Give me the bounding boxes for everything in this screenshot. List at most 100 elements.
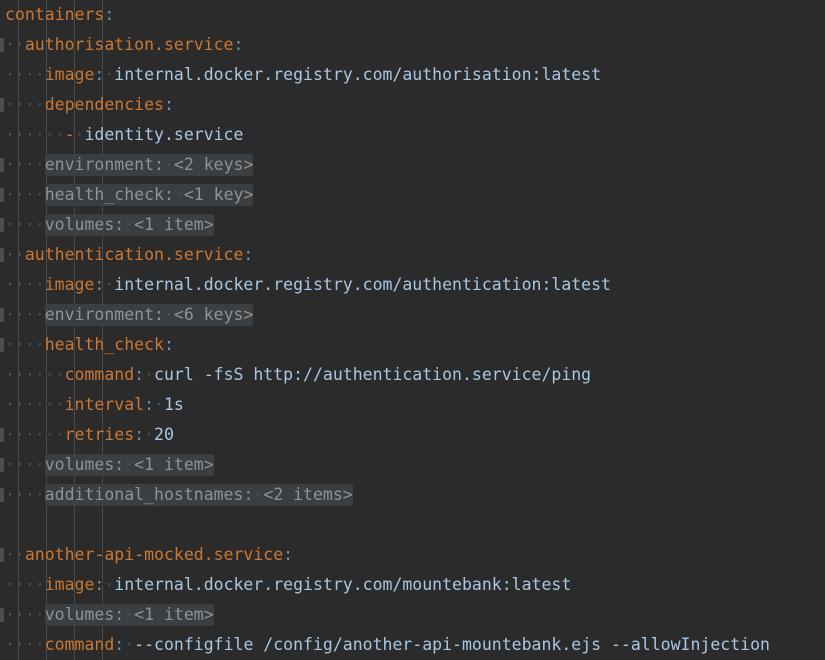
fold-handle-icon[interactable] (0, 98, 4, 112)
code-line[interactable]: ····health_check:·<1 key> (0, 180, 825, 210)
yaml-key: health_check (44, 335, 164, 354)
whitespace-dot: ·· (5, 35, 25, 54)
yaml-value: 1s (163, 395, 184, 414)
whitespace-dot: · (124, 455, 135, 474)
whitespace-dot: · (124, 635, 135, 654)
code-line-content: ····health_check:·<1 key> (5, 180, 254, 210)
yaml-key: authorisation.service (24, 35, 234, 54)
yaml-colon: : (154, 155, 164, 174)
fold-handle-icon[interactable] (0, 188, 4, 202)
whitespace-dot: ···· (5, 215, 45, 234)
code-line-content: ····image:·internal.docker.registry.com/… (5, 60, 601, 90)
fold-handle-icon[interactable] (0, 458, 4, 472)
folded-region[interactable]: volumes:·<1 item> (44, 454, 214, 476)
code-line[interactable]: ··another-api-mocked.service: (0, 540, 825, 570)
yaml-key: volumes (44, 605, 115, 624)
code-line[interactable]: ······command:·curl -fsS http://authenti… (0, 360, 825, 390)
code-lines[interactable]: containers: ··authorisation.service: ····i… (0, 0, 825, 660)
yaml-key: health_check (44, 185, 164, 204)
yaml-code-editor[interactable]: containers: ··authorisation.service: ····i… (0, 0, 825, 660)
folded-region[interactable]: additional_hostnames:·<2 items> (44, 484, 353, 506)
code-line[interactable]: ····image:·internal.docker.registry.com/… (0, 60, 825, 90)
whitespace-dot: · (144, 365, 155, 384)
code-line-content: ······command:·curl -fsS http://authenti… (5, 360, 591, 390)
code-line[interactable]: ····volumes:·<1 item> (0, 450, 825, 480)
yaml-key: command (64, 365, 135, 384)
whitespace-dot: · (163, 305, 174, 324)
code-line-content: ····environment:·<2 keys> (5, 150, 254, 180)
yaml-entry: authorisation.service: (25, 35, 244, 54)
code-line-blank[interactable] (0, 510, 825, 540)
whitespace-dot: ······ (5, 365, 65, 384)
code-line[interactable]: ····image:·internal.docker.registry.com/… (0, 570, 825, 600)
yaml-entry: image:·internal.docker.registry.com/moun… (45, 575, 572, 594)
yaml-colon: : (114, 605, 125, 624)
yaml-colon: : (154, 305, 164, 324)
yaml-key: retries (64, 425, 135, 444)
code-line[interactable]: ······interval:·1s (0, 390, 825, 420)
code-line[interactable]: ··authorisation.service: (0, 30, 825, 60)
whitespace-dot: · (104, 275, 115, 294)
whitespace-dot: ···· (5, 605, 45, 624)
folded-region[interactable]: environment:·<6 keys> (44, 304, 254, 326)
fold-handle-icon[interactable] (0, 488, 4, 502)
yaml-key: volumes (44, 215, 115, 234)
fold-handle-icon[interactable] (0, 248, 4, 262)
code-line[interactable]: ······retries:·20 (0, 420, 825, 450)
yaml-value: internal.docker.registry.com/authenticat… (114, 275, 611, 294)
whitespace-dot: ···· (5, 95, 45, 114)
code-line[interactable]: ····volumes:·<1 item> (0, 600, 825, 630)
fold-placeholder: <2 keys> (173, 155, 254, 174)
code-line[interactable]: ····environment:·<2 keys> (0, 150, 825, 180)
fold-handle-icon[interactable] (0, 218, 4, 232)
fold-placeholder: <1 key> (183, 185, 254, 204)
code-line-content: ····image:·internal.docker.registry.com/… (5, 270, 611, 300)
yaml-key: environment (44, 305, 155, 324)
yaml-entry: image:·internal.docker.registry.com/auth… (45, 65, 601, 84)
code-line-content: ····image:·internal.docker.registry.com/… (5, 570, 571, 600)
code-line[interactable]: ····image:·internal.docker.registry.com/… (0, 270, 825, 300)
yaml-entry: dependencies: (45, 95, 174, 114)
fold-handle-icon[interactable] (0, 428, 4, 442)
whitespace-dot: ······ (5, 395, 65, 414)
code-line[interactable]: ······-·identity.service (0, 120, 825, 150)
folded-region[interactable]: volumes:·<1 item> (44, 214, 214, 236)
fold-handle-icon[interactable] (0, 308, 4, 322)
yaml-key: containers (5, 5, 105, 24)
yaml-value: --configfile /config/another-api-mounteb… (134, 635, 770, 654)
yaml-entry: retries:·20 (65, 425, 174, 444)
whitespace-dot: · (144, 425, 155, 444)
yaml-entry: authentication.service: (25, 245, 253, 264)
code-line[interactable]: ····environment:·<6 keys> (0, 300, 825, 330)
code-line-content: ····environment:·<6 keys> (5, 300, 254, 330)
code-line-content: ······retries:·20 (5, 420, 174, 450)
code-line-content: ··another-api-mocked.service: (5, 540, 293, 570)
code-line-content: ····dependencies: (5, 90, 174, 120)
whitespace-dot: ···· (5, 335, 45, 354)
folded-region[interactable]: health_check:·<1 key> (44, 184, 254, 206)
folded-region[interactable]: environment:·<2 keys> (44, 154, 254, 176)
code-line[interactable]: ····dependencies: (0, 90, 825, 120)
yaml-key: another-api-mocked.service (24, 545, 284, 564)
whitespace-dot: ···· (5, 455, 45, 474)
code-line[interactable]: ····additional_hostnames:·<2 items> (0, 480, 825, 510)
code-line[interactable]: containers: (0, 0, 825, 30)
fold-handle-icon[interactable] (0, 158, 4, 172)
yaml-colon: : (163, 95, 174, 114)
whitespace-dot: ······ (5, 425, 65, 444)
fold-handle-icon[interactable] (0, 608, 4, 622)
code-line[interactable]: ··authentication.service: (0, 240, 825, 270)
whitespace-dot: · (124, 215, 135, 234)
yaml-colon: : (243, 245, 254, 264)
yaml-entry: containers: (5, 5, 114, 24)
fold-handle-icon[interactable] (0, 338, 4, 352)
code-line[interactable]: ····command:·--configfile /config/anothe… (0, 630, 825, 660)
whitespace-dot: · (163, 155, 174, 174)
folded-region[interactable]: volumes:·<1 item> (44, 604, 214, 626)
code-line[interactable]: ····volumes:·<1 item> (0, 210, 825, 240)
fold-handle-icon[interactable] (0, 548, 4, 562)
yaml-colon: : (243, 485, 254, 504)
fold-handle-icon[interactable] (0, 38, 4, 52)
whitespace-dot: · (74, 125, 85, 144)
code-line[interactable]: ····health_check: (0, 330, 825, 360)
